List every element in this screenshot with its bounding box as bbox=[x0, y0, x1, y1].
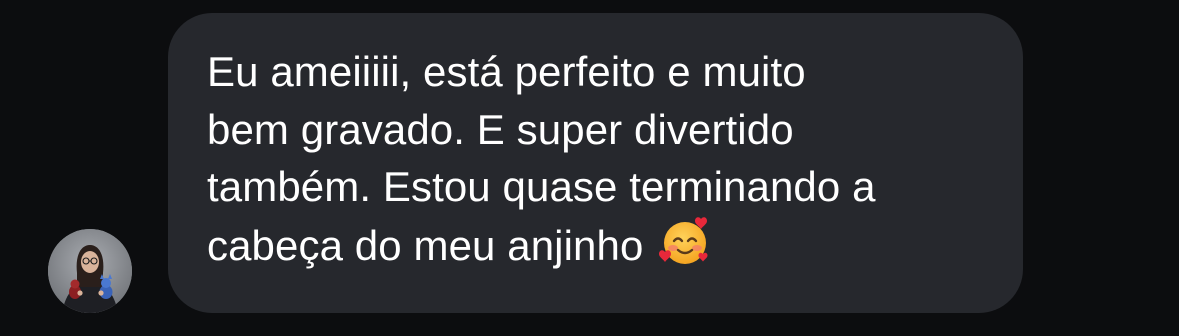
message-line-text: cabeça do meu anjinho bbox=[207, 221, 644, 269]
message-line-last: cabeça do meu anjinho bbox=[207, 216, 993, 275]
message-line: bem gravado. E super divertido bbox=[207, 105, 794, 153]
message-line: também. Estou quase terminando a bbox=[207, 163, 876, 210]
avatar-photo bbox=[48, 229, 132, 313]
avatar[interactable] bbox=[48, 229, 132, 313]
message-line: Eu ameiiiii, está perfeito e muito bbox=[207, 48, 806, 95]
smiling-face-with-hearts-icon bbox=[659, 216, 711, 268]
message-text: Eu ameiiiii, está perfeito e muito bem g… bbox=[207, 43, 993, 274]
message-bubble[interactable]: Eu ameiiiii, está perfeito e muito bem g… bbox=[168, 13, 1023, 313]
